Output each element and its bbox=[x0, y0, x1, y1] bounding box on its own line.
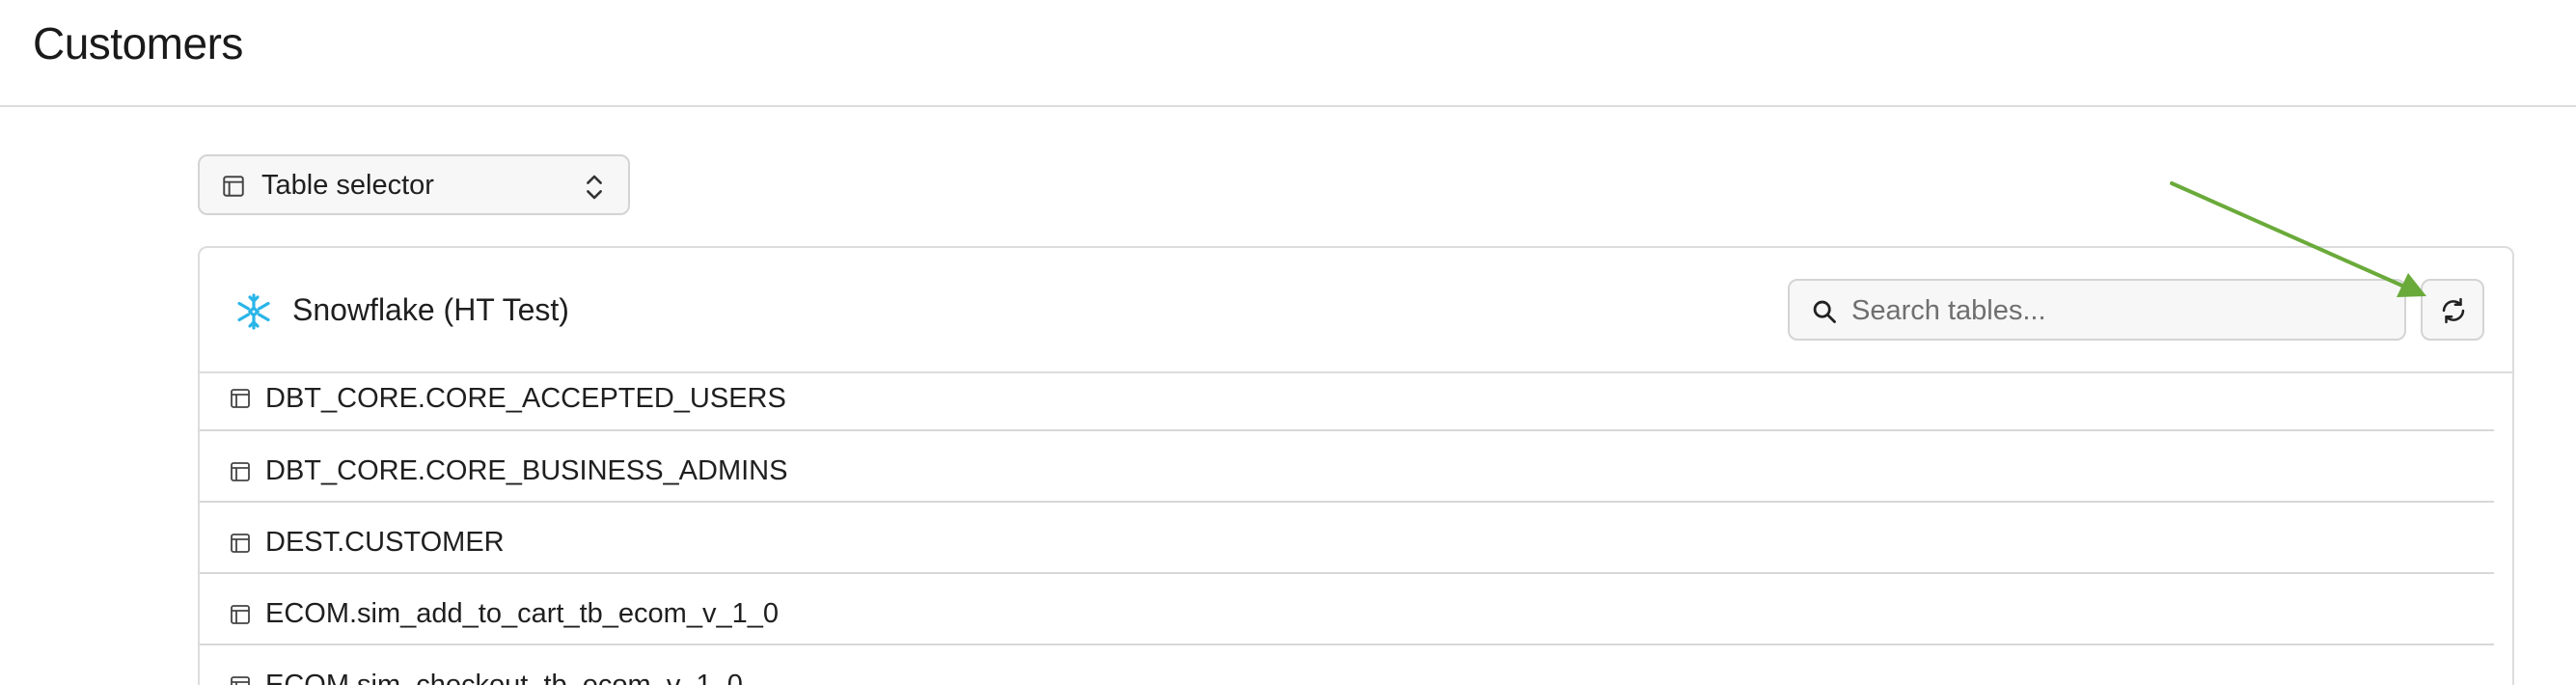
page-header: Customers bbox=[0, 0, 2576, 107]
table-icon bbox=[231, 389, 250, 408]
table-icon bbox=[231, 462, 250, 481]
table-list: DBT_CORE.CORE_ACCEPTED_USERS DBT_CORE.CO… bbox=[200, 373, 2512, 685]
refresh-button[interactable] bbox=[2421, 279, 2484, 341]
table-row[interactable]: DBT_CORE.CORE_BUSINESS_ADMINS bbox=[200, 431, 2494, 503]
snowflake-icon bbox=[237, 293, 270, 330]
search-tables-input[interactable] bbox=[1851, 290, 2392, 331]
table-row-label: ECOM.sim_checkout_tb_ecom_v_1_0 bbox=[265, 670, 743, 685]
chevron-up-down-icon bbox=[587, 175, 602, 200]
table-row[interactable]: DBT_CORE.CORE_ACCEPTED_USERS bbox=[200, 373, 2494, 431]
table-row-label: DBT_CORE.CORE_BUSINESS_ADMINS bbox=[265, 455, 788, 486]
table-icon bbox=[231, 676, 250, 685]
table-row-label: DEST.CUSTOMER bbox=[265, 527, 505, 558]
table-selector-dropdown[interactable]: Table selector bbox=[198, 154, 630, 215]
tables-panel: Snowflake (HT Test) DBT_CORE.CORE_ACCEPT… bbox=[198, 246, 2514, 685]
table-icon bbox=[231, 605, 250, 624]
page-title: Customers bbox=[33, 18, 243, 68]
source-title: Snowflake (HT Test) bbox=[292, 292, 569, 327]
panel-header: Snowflake (HT Test) bbox=[200, 248, 2512, 373]
table-row-label: DBT_CORE.CORE_ACCEPTED_USERS bbox=[265, 383, 786, 414]
table-icon bbox=[223, 176, 244, 197]
table-selector-label: Table selector bbox=[261, 170, 434, 201]
table-row[interactable]: ECOM.sim_checkout_tb_ecom_v_1_0 bbox=[200, 645, 2494, 685]
search-box[interactable] bbox=[1788, 279, 2406, 341]
search-icon bbox=[1813, 300, 1836, 323]
refresh-icon bbox=[2442, 297, 2465, 324]
table-row-label: ECOM.sim_add_to_cart_tb_ecom_v_1_0 bbox=[265, 598, 779, 629]
table-row[interactable]: DEST.CUSTOMER bbox=[200, 503, 2494, 574]
table-row[interactable]: ECOM.sim_add_to_cart_tb_ecom_v_1_0 bbox=[200, 574, 2494, 645]
table-icon bbox=[231, 534, 250, 553]
